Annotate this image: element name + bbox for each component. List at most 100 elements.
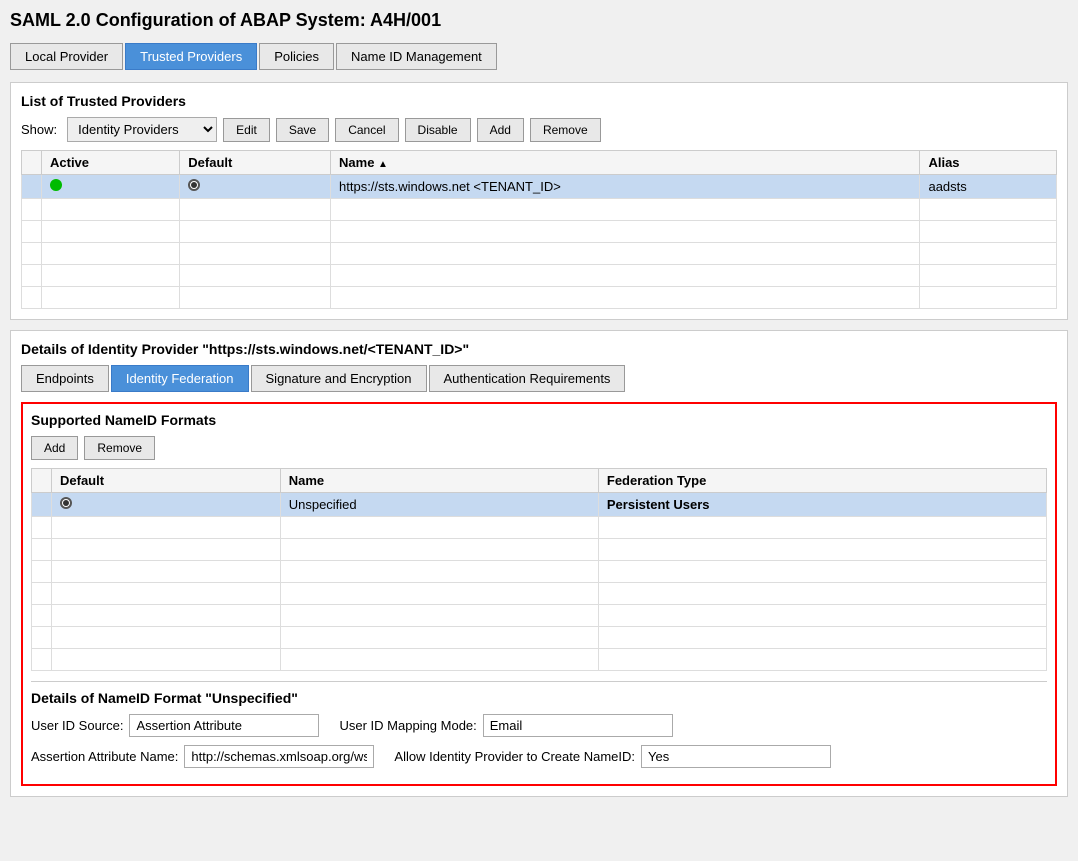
cell-default	[52, 517, 281, 539]
col-default: Default	[52, 469, 281, 493]
table-row[interactable]	[32, 583, 1047, 605]
green-dot-icon	[50, 179, 62, 191]
col-federation-type: Federation Type	[598, 469, 1046, 493]
table-row[interactable]	[32, 561, 1047, 583]
cell-default	[180, 221, 331, 243]
add-button[interactable]: Add	[477, 118, 524, 142]
sub-tab-authentication-requirements[interactable]: Authentication Requirements	[429, 365, 626, 392]
cell-default	[180, 265, 331, 287]
cell-default	[52, 605, 281, 627]
cell-federation-type	[598, 627, 1046, 649]
cell-federation-type	[598, 517, 1046, 539]
table-row[interactable]	[32, 605, 1047, 627]
row-sel-indicator	[22, 175, 42, 199]
tab-trusted-providers[interactable]: Trusted Providers	[125, 43, 257, 70]
row-sel-indicator	[22, 199, 42, 221]
cell-default	[52, 627, 281, 649]
table-row[interactable]	[22, 265, 1057, 287]
cell-active	[42, 265, 180, 287]
cell-name	[280, 583, 598, 605]
nameid-add-button[interactable]: Add	[31, 436, 78, 460]
cell-name	[331, 265, 920, 287]
cell-active	[42, 287, 180, 309]
cell-name	[331, 221, 920, 243]
idp-details-section: Details of Identity Provider "https://st…	[10, 330, 1068, 797]
trusted-providers-toolbar: Show: Identity Providers Edit Save Cance…	[21, 117, 1057, 142]
idp-details-title: Details of Identity Provider "https://st…	[21, 341, 1057, 357]
user-id-source-label: User ID Source:	[31, 718, 123, 733]
identity-federation-content: Supported NameID Formats Add Remove Defa…	[21, 402, 1057, 786]
sub-tab-endpoints[interactable]: Endpoints	[21, 365, 109, 392]
cell-name	[280, 517, 598, 539]
cell-name: https://sts.windows.net <TENANT_ID>	[331, 175, 920, 199]
cell-alias	[920, 243, 1057, 265]
show-label: Show:	[21, 122, 57, 137]
form-row-2: Assertion Attribute Name: Allow Identity…	[31, 745, 1047, 768]
disable-button[interactable]: Disable	[405, 118, 471, 142]
row-sel-indicator	[22, 265, 42, 287]
table-row[interactable]	[32, 649, 1047, 671]
user-id-source-field: User ID Source:	[31, 714, 319, 737]
page-title: SAML 2.0 Configuration of ABAP System: A…	[10, 10, 1068, 31]
nameid-table: Default Name Federation Type Unspecified…	[31, 468, 1047, 671]
table-row[interactable]: https://sts.windows.net <TENANT_ID> aads…	[22, 175, 1057, 199]
table-row[interactable]	[22, 243, 1057, 265]
cell-name	[280, 649, 598, 671]
table-row[interactable]	[32, 517, 1047, 539]
assertion-attr-name-field: Assertion Attribute Name:	[31, 745, 374, 768]
cell-alias	[920, 287, 1057, 309]
row-sel-indicator	[32, 561, 52, 583]
col-active: Active	[42, 151, 180, 175]
row-sel-indicator	[32, 517, 52, 539]
cell-active	[42, 175, 180, 199]
col-default: Default	[180, 151, 331, 175]
col-alias: Alias	[920, 151, 1057, 175]
tab-local-provider[interactable]: Local Provider	[10, 43, 123, 70]
allow-idp-create-nameid-input[interactable]	[641, 745, 831, 768]
show-select[interactable]: Identity Providers	[67, 117, 217, 142]
table-row[interactable]	[22, 221, 1057, 243]
cell-default	[180, 199, 331, 221]
nameid-details-title: Details of NameID Format "Unspecified"	[31, 690, 1047, 706]
table-row[interactable]	[22, 287, 1057, 309]
remove-button[interactable]: Remove	[530, 118, 601, 142]
cell-name	[331, 199, 920, 221]
cell-name	[280, 605, 598, 627]
user-id-source-input[interactable]	[129, 714, 319, 737]
table-row[interactable]	[32, 539, 1047, 561]
col-indicator	[22, 151, 42, 175]
tab-policies[interactable]: Policies	[259, 43, 334, 70]
trusted-providers-title: List of Trusted Providers	[21, 93, 1057, 109]
table-row[interactable]	[32, 627, 1047, 649]
row-sel-indicator	[22, 287, 42, 309]
user-id-mapping-label: User ID Mapping Mode:	[339, 718, 476, 733]
nameid-remove-button[interactable]: Remove	[84, 436, 155, 460]
cell-federation-type: Persistent Users	[598, 493, 1046, 517]
assertion-attr-name-label: Assertion Attribute Name:	[31, 749, 178, 764]
cell-name	[280, 561, 598, 583]
nameid-details: Details of NameID Format "Unspecified" U…	[31, 681, 1047, 768]
assertion-attr-name-input[interactable]	[184, 745, 374, 768]
trusted-providers-section: List of Trusted Providers Show: Identity…	[10, 82, 1068, 320]
radio-selected-icon	[60, 497, 72, 509]
cell-name: Unspecified	[280, 493, 598, 517]
user-id-mapping-input[interactable]	[483, 714, 673, 737]
table-row[interactable]: Unspecified Persistent Users	[32, 493, 1047, 517]
cell-federation-type	[598, 649, 1046, 671]
sub-tab-identity-federation[interactable]: Identity Federation	[111, 365, 249, 392]
cell-name	[280, 539, 598, 561]
edit-button[interactable]: Edit	[223, 118, 270, 142]
cell-default	[52, 649, 281, 671]
user-id-mapping-field: User ID Mapping Mode:	[339, 714, 672, 737]
cell-name	[331, 243, 920, 265]
trusted-providers-table: Active Default Name ▲ Alias https://sts.…	[21, 150, 1057, 309]
cancel-button[interactable]: Cancel	[335, 118, 398, 142]
table-row[interactable]	[22, 199, 1057, 221]
sub-tab-signature-encryption[interactable]: Signature and Encryption	[251, 365, 427, 392]
cell-default	[180, 175, 331, 199]
save-button[interactable]: Save	[276, 118, 329, 142]
tab-name-id-management[interactable]: Name ID Management	[336, 43, 497, 70]
cell-name	[280, 627, 598, 649]
cell-federation-type	[598, 583, 1046, 605]
cell-default	[52, 539, 281, 561]
